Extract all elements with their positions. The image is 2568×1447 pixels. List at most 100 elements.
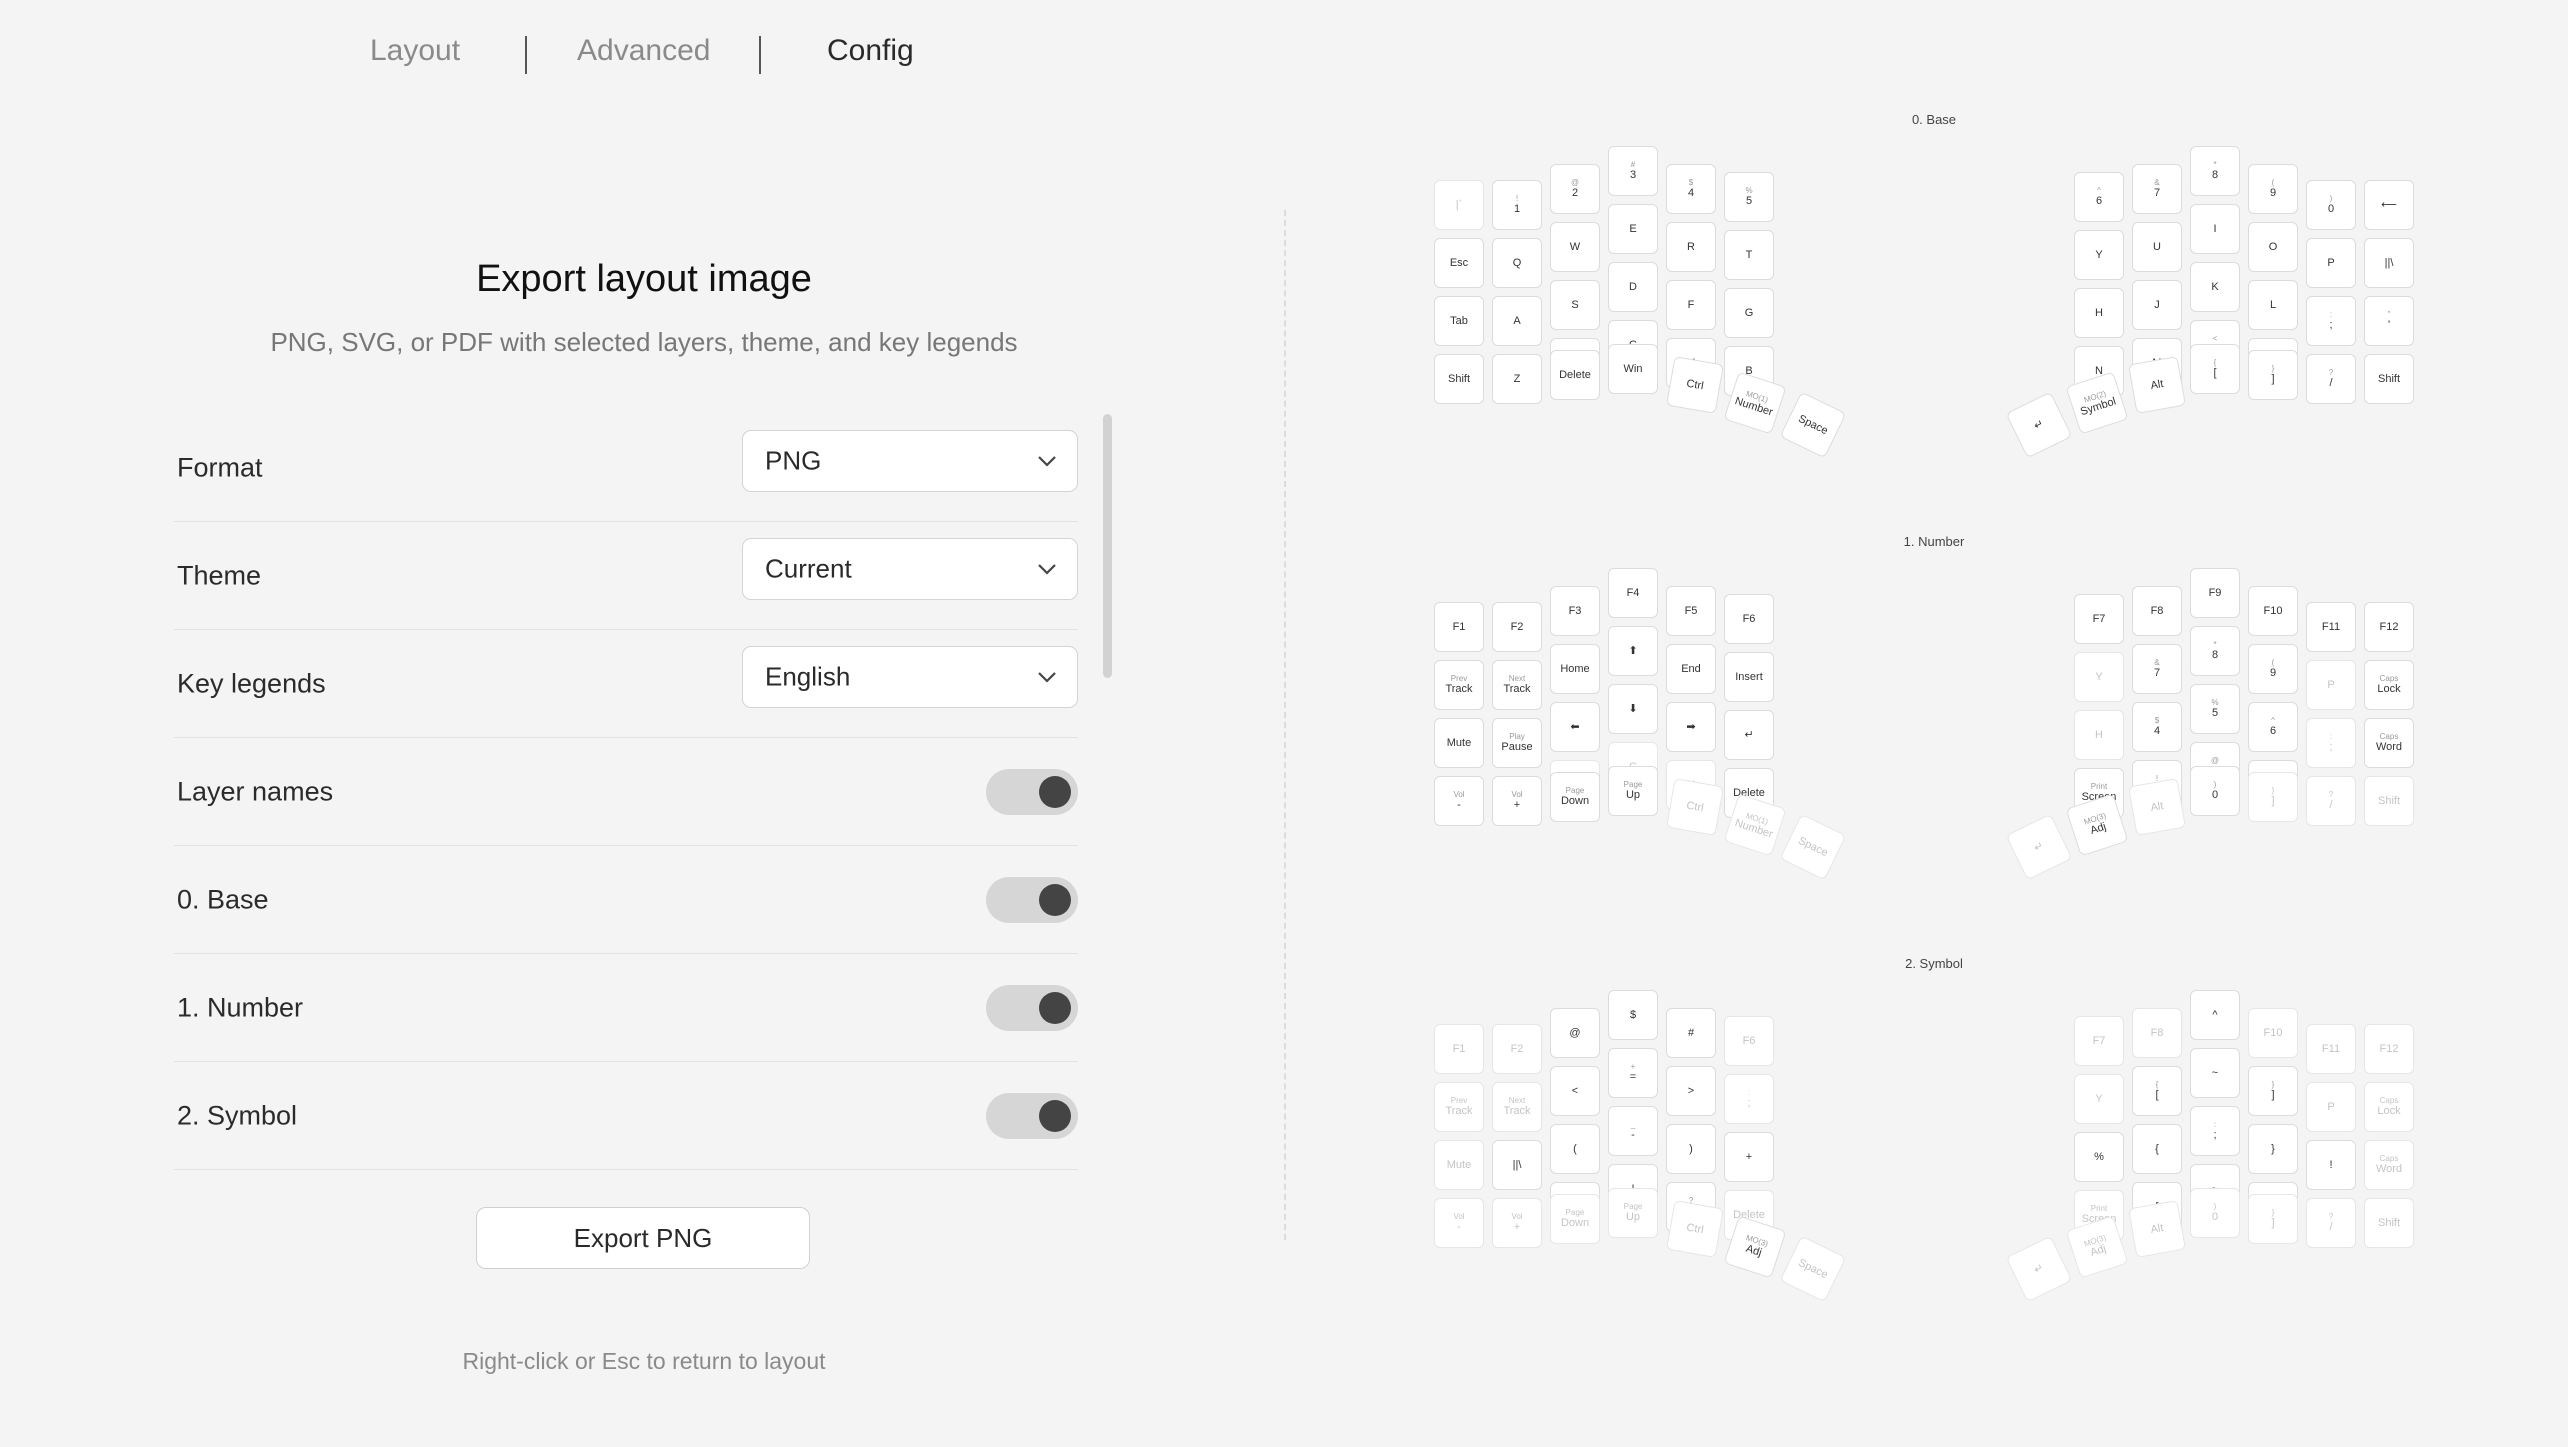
keycap[interactable]: {[ xyxy=(2190,344,2240,394)
keycap[interactable]: }] xyxy=(2248,772,2298,822)
keycap[interactable]: ! xyxy=(2306,1140,2356,1190)
keycap[interactable]: P xyxy=(2306,1082,2356,1132)
keycap[interactable]: Caps Lock xyxy=(2364,660,2414,710)
keycap[interactable]: E xyxy=(1608,204,1658,254)
keycap[interactable]: ➡ xyxy=(1666,702,1716,752)
keycap[interactable]: ↵ xyxy=(2005,813,2073,881)
keycap[interactable]: Mute xyxy=(1434,1140,1484,1190)
keycap[interactable]: $4 xyxy=(2132,702,2182,752)
keycap[interactable]: Z xyxy=(1492,354,1542,404)
keycap[interactable]: ~ xyxy=(2190,1048,2240,1098)
keycap[interactable]: Ctrl xyxy=(1666,356,1724,414)
keycap[interactable]: Prev Track xyxy=(1434,1082,1484,1132)
keycap[interactable]: Caps Word xyxy=(2364,1140,2414,1190)
keycap[interactable]: Vol - xyxy=(1434,776,1484,826)
keycap[interactable]: ⬆ xyxy=(1608,626,1658,676)
keycap[interactable]: " ' xyxy=(2364,296,2414,346)
keycap[interactable]: P xyxy=(2306,238,2356,288)
keycap[interactable]: P xyxy=(2306,660,2356,710)
keycap[interactable]: F11 xyxy=(2306,602,2356,652)
keycap[interactable]: Alt xyxy=(2128,1200,2186,1258)
keycap[interactable]: F6 xyxy=(1724,594,1774,644)
keycap[interactable]: Space xyxy=(1779,813,1847,881)
keycap[interactable]: ) 0 xyxy=(2306,180,2356,230)
keycap[interactable]: ||\ xyxy=(1492,1140,1542,1190)
keycap[interactable]: F12 xyxy=(2364,602,2414,652)
export-button[interactable]: Export PNG xyxy=(476,1207,810,1269)
keycap[interactable]: Shift xyxy=(2364,776,2414,826)
keycap[interactable]: Page Down xyxy=(1550,1194,1600,1244)
keycap[interactable]: { xyxy=(2132,1124,2182,1174)
keycap[interactable]: Q xyxy=(1492,238,1542,288)
keycap[interactable]: ?/ xyxy=(2306,354,2356,404)
keycap[interactable]: F12 xyxy=(2364,1024,2414,1074)
layer-names-toggle[interactable] xyxy=(986,768,1078,815)
keycap[interactable]: ⬇ xyxy=(1608,684,1658,734)
keycap[interactable]: O xyxy=(2248,222,2298,272)
keycap[interactable]: :; xyxy=(2190,1106,2240,1156)
keycap[interactable]: $4 xyxy=(1666,164,1716,214)
keycap[interactable]: Vol + xyxy=(1492,1198,1542,1248)
keycap[interactable]: ?/ xyxy=(2306,776,2356,826)
keycap[interactable]: H xyxy=(2074,288,2124,338)
keycap[interactable]: !1 xyxy=(1492,180,1542,230)
keycap[interactable]: % 5 xyxy=(1724,172,1774,222)
keycap[interactable]: ) xyxy=(1666,1124,1716,1174)
keycap[interactable]: & 7 xyxy=(2132,644,2182,694)
keycap[interactable]: F3 xyxy=(1550,586,1600,636)
keycap[interactable]: F7 xyxy=(2074,1016,2124,1066)
keycap[interactable]: F5 xyxy=(1666,586,1716,636)
keycap[interactable]: Y xyxy=(2074,1074,2124,1124)
keycap[interactable]: Next Track xyxy=(1492,1082,1542,1132)
keycap[interactable]: Space xyxy=(1779,1235,1847,1303)
keycap[interactable]: F4 xyxy=(1608,568,1658,618)
keycap[interactable]: _ - xyxy=(1608,1106,1658,1156)
keycap[interactable]: Prev Track xyxy=(1434,660,1484,710)
keycap[interactable]: % xyxy=(2074,1132,2124,1182)
keycap[interactable]: Caps Lock xyxy=(2364,1082,2414,1132)
keycap[interactable]: W xyxy=(1550,222,1600,272)
keycap[interactable]: F2 xyxy=(1492,602,1542,652)
layer-base-toggle[interactable] xyxy=(986,876,1078,923)
keycap[interactable]: ↵ xyxy=(2005,1235,2073,1303)
keycap[interactable]: F7 xyxy=(2074,594,2124,644)
keycap[interactable]: K xyxy=(2190,262,2240,312)
keycap[interactable]: > xyxy=(1666,1066,1716,1116)
keycap[interactable]: Vol - xyxy=(1434,1198,1484,1248)
keycap[interactable]: D xyxy=(1608,262,1658,312)
keycap[interactable]: A xyxy=(1492,296,1542,346)
keycap[interactable]: # xyxy=(1666,1008,1716,1058)
keycap[interactable]: < xyxy=(1550,1066,1600,1116)
keycap[interactable]: F xyxy=(1666,280,1716,330)
keycap[interactable]: T xyxy=(1724,230,1774,280)
keycap[interactable]: {[ xyxy=(2132,1066,2182,1116)
keycap[interactable]: Tab xyxy=(1434,296,1484,346)
keycap[interactable]: Home xyxy=(1550,644,1600,694)
keycap[interactable]: :; xyxy=(1724,1074,1774,1124)
keycap[interactable]: Page Down xyxy=(1550,772,1600,822)
keycap[interactable]: Win xyxy=(1608,344,1658,394)
keycap[interactable]: Next Track xyxy=(1492,660,1542,710)
keycap[interactable]: $ xyxy=(1608,990,1658,1040)
keycap[interactable]: F6 xyxy=(1724,1016,1774,1066)
keycap[interactable]: Delete xyxy=(1550,350,1600,400)
keycap[interactable]: * 8 xyxy=(2190,626,2240,676)
keycap[interactable]: Alt xyxy=(2128,778,2186,836)
keycap[interactable]: Caps Word xyxy=(2364,718,2414,768)
keycap[interactable]: ) 0 xyxy=(2190,766,2240,816)
keycap[interactable]: & 7 xyxy=(2132,164,2182,214)
keycap[interactable]: Space xyxy=(1779,391,1847,459)
keycap[interactable]: ↵ xyxy=(1724,710,1774,760)
keycap[interactable]: F9 xyxy=(2190,568,2240,618)
keycap[interactable]: Insert xyxy=(1724,652,1774,702)
keycap[interactable]: % 5 xyxy=(2190,684,2240,734)
keycap[interactable]: ⬅ xyxy=(1550,702,1600,752)
keycap[interactable]: Shift xyxy=(1434,354,1484,404)
keycap[interactable]: H xyxy=(2074,710,2124,760)
keycap[interactable]: Alt xyxy=(2128,356,2186,414)
keycap[interactable]: ) 0 xyxy=(2190,1188,2240,1238)
keycap[interactable]: * 8 xyxy=(2190,146,2240,196)
keycap[interactable]: R xyxy=(1666,222,1716,272)
keycap[interactable]: Page Up xyxy=(1608,766,1658,816)
keycap[interactable]: J xyxy=(2132,280,2182,330)
